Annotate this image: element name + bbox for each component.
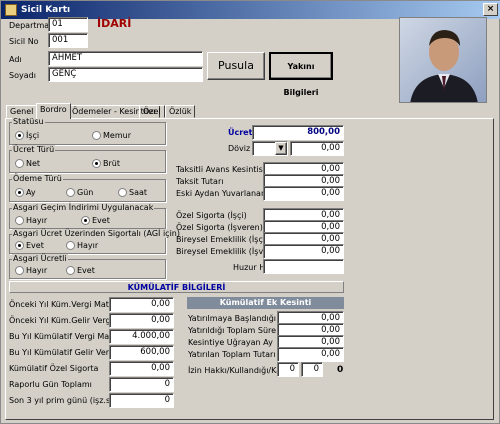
pusula-button[interactable]: Pusula <box>207 52 265 80</box>
ucret-turu-group: Ücret Türü Net Brüt <box>9 145 166 173</box>
insurance-row-label: Bireysel Emeklilik (İşçi) <box>176 235 269 244</box>
kumulatif-row-field[interactable]: 600,00 <box>109 345 174 360</box>
izin-hakki-field[interactable]: 0 <box>277 362 299 377</box>
kumulatif-row-label: Önceki Yıl Küm.Gelir Vergisi <box>9 316 120 325</box>
ucret-net-radio[interactable]: Net <box>15 159 40 168</box>
close-icon[interactable]: × <box>483 3 498 16</box>
odeme-ay-radio[interactable]: Ay <box>15 188 36 197</box>
tab-ozel[interactable]: Özel <box>139 105 165 118</box>
statusu-group: Statüsü İşçi Memur <box>9 117 166 145</box>
statusu-isci-radio[interactable]: İşçi <box>15 131 39 140</box>
departman-field[interactable]: 01 <box>48 17 88 32</box>
agi-group: Asgari Geçim İndirimi Uygulanacak Hayır … <box>9 203 166 229</box>
kumulatif-row-field[interactable]: 0,00 <box>109 297 174 312</box>
window: Sicil Kartı × Departman 01 İDARİ Sicil N… <box>0 0 500 424</box>
odeme-saat-radio[interactable]: Saat <box>118 188 147 197</box>
agi-sigorta-evet-radio[interactable]: Evet <box>15 241 44 250</box>
soyadi-field[interactable]: GENÇ <box>48 67 203 82</box>
asgari-evet-radio[interactable]: Evet <box>66 266 95 275</box>
insurance-row-field[interactable]: 0,00 <box>263 244 344 259</box>
agi-sigorta-title: Asgari Ücret Üzerinden Sigortalı (AGİ iç… <box>12 229 181 238</box>
kumulatif-row-label: Bu Yıl Kümülatif Gelir Vergisi <box>9 348 123 357</box>
insurance-row-label: Özel Sigorta (İşçi) <box>176 211 247 220</box>
doviz-label: Döviz <box>228 144 251 153</box>
odeme-gun-radio[interactable]: Gün <box>66 188 93 197</box>
ucret-brut-radio[interactable]: Brüt <box>92 159 120 168</box>
adi-label: Adı <box>9 55 22 64</box>
window-title: Sicil Kartı <box>21 5 71 15</box>
deduction-row-label: Taksitli Avans Kesintisi <box>176 165 266 174</box>
kesinti-header: Kümülatif Ek Kesinti <box>187 297 344 309</box>
agi-hayir-radio[interactable]: Hayır <box>15 216 47 225</box>
kumulatif-row-label: Önceki Yıl Küm.Vergi Matrahı <box>9 300 125 309</box>
agi-evet-radio[interactable]: Evet <box>81 216 110 225</box>
deduction-row-label: Taksit Tutarı <box>176 177 224 186</box>
asgari-ucretli-group: Asgari Ücretli Hayır Evet <box>9 254 166 279</box>
deduction-row-field[interactable]: 0,00 <box>263 186 344 201</box>
adi-field[interactable]: AHMET <box>48 51 203 66</box>
izin-kullandigi-field[interactable]: 0 <box>301 362 323 377</box>
ucret-turu-title: Ücret Türü <box>12 145 56 154</box>
huzur-field[interactable] <box>263 259 344 274</box>
kumulatif-row-field[interactable]: 0 <box>109 393 174 408</box>
kumulatif-row-field[interactable]: 0 <box>109 377 174 392</box>
odeme-turu-title: Ödeme Türü <box>12 174 63 183</box>
kumulatif-row-label: Raporlu Gün Toplamı <box>9 380 92 389</box>
insurance-row-label: Özel Sigorta (İşveren) <box>176 223 263 232</box>
kumulatif-header: KÜMÜLATİF BİLGİLERİ <box>9 281 344 293</box>
ucret-field[interactable]: 800,00 <box>252 125 344 140</box>
agi-title: Asgari Geçim İndirimi Uygulanacak <box>12 203 155 212</box>
kumulatif-row-label: Son 3 yıl prim günü (işz.sig.) <box>9 396 124 405</box>
sicil-label: Sicil No <box>9 37 39 46</box>
kesinti-row-field[interactable]: 0,00 <box>277 347 344 362</box>
kumulatif-row-label: Kümülatif Özel Sigorta <box>9 364 99 373</box>
deduction-row-label: Eski Aydan Yuvarlanan <box>176 189 267 198</box>
agi-sigorta-hayir-radio[interactable]: Hayır <box>66 241 98 250</box>
department-name: İDARİ <box>97 17 132 30</box>
soyadi-label: Soyadı <box>9 71 36 80</box>
tab-bordro[interactable]: Bordro <box>36 103 71 119</box>
yakini-bilgileri-button[interactable]: Yakını Bilgileri <box>269 52 333 97</box>
ucret-label: Ücret <box>228 128 253 137</box>
doviz-field[interactable]: 0,00 <box>290 141 344 156</box>
kumulatif-row-field[interactable]: 4.000,00 <box>109 329 174 344</box>
asgari-hayir-radio[interactable]: Hayır <box>15 266 47 275</box>
tab-ozluk[interactable]: Özlük <box>165 105 196 118</box>
statusu-memur-radio[interactable]: Memur <box>92 131 131 140</box>
sicil-field[interactable]: 001 <box>48 33 88 48</box>
kesinti-row-label: Kesintiye Uğrayan Ay <box>188 338 273 347</box>
doviz-select[interactable]: ▼ <box>252 141 288 156</box>
kesinti-row-label: Yatırılan Toplam Tutarı <box>188 350 276 359</box>
kumulatif-row-field[interactable]: 0,00 <box>109 313 174 328</box>
asgari-ucretli-title: Asgari Ücretli <box>12 254 68 263</box>
odeme-turu-group: Ödeme Türü Ay Gün Saat <box>9 174 166 202</box>
chevron-down-icon[interactable]: ▼ <box>275 142 287 155</box>
kumulatif-row-field[interactable]: 0,00 <box>109 361 174 376</box>
izin-kalan-value: 0 <box>337 365 344 375</box>
employee-photo <box>399 17 487 103</box>
app-icon <box>5 4 17 16</box>
agi-sigorta-group: Asgari Ücret Üzerinden Sigortalı (AGİ iç… <box>9 229 181 254</box>
person-icon <box>410 30 478 102</box>
